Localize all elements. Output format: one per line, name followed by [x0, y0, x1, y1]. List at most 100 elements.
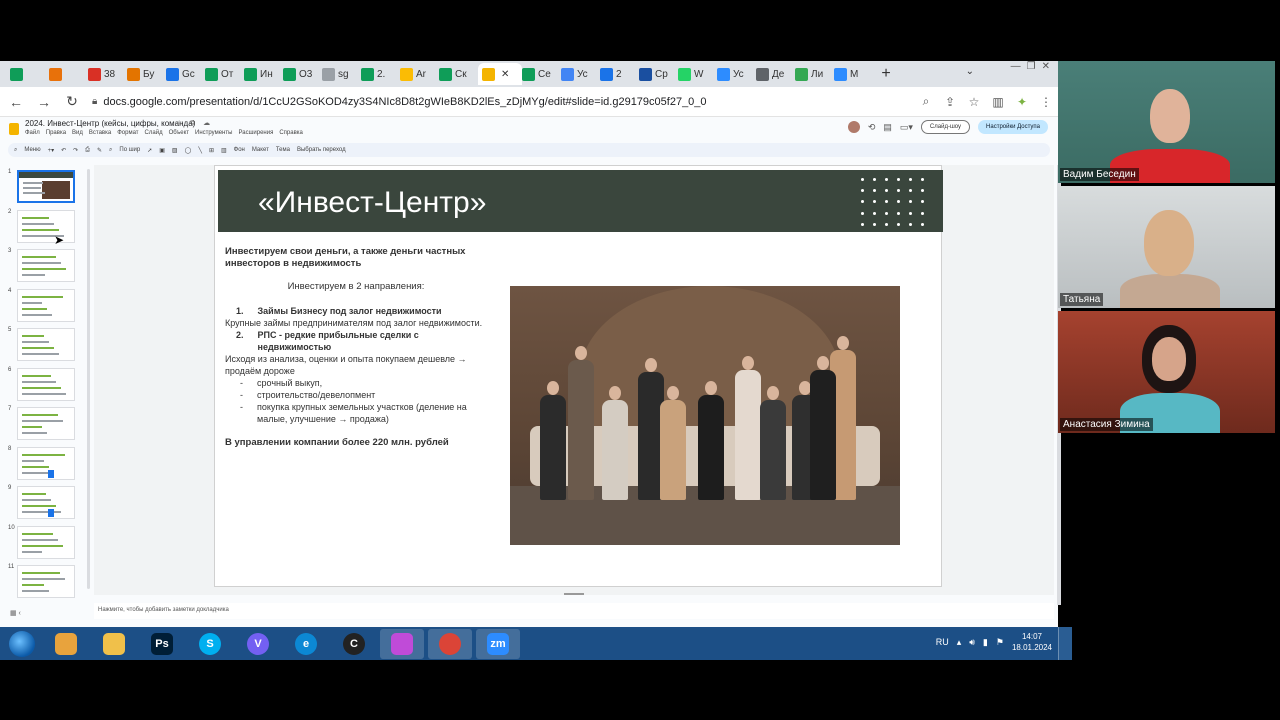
select-icon[interactable]: ➚ [147, 147, 152, 154]
slide-thumbnail-row[interactable]: 5 [0, 327, 84, 365]
slide-text-body[interactable]: Инвестируем свои деньги, а также деньги … [225, 246, 487, 449]
browser-menu-icon[interactable]: ⋮ [1034, 95, 1058, 109]
menu-item[interactable]: Вид [72, 130, 83, 136]
browser-tab[interactable]: Ус [717, 63, 756, 85]
browser-tab[interactable] [10, 63, 49, 85]
slide-thumbnail[interactable] [17, 525, 75, 559]
menu-item[interactable]: Правка [46, 130, 66, 136]
slide-thumbnail-row[interactable]: 7 [0, 406, 84, 444]
menu-item[interactable]: Формат [117, 130, 138, 136]
redo-icon[interactable]: ↷ [73, 147, 78, 154]
menu-item[interactable]: Инструменты [195, 130, 232, 136]
menu-item[interactable]: Объект [169, 130, 189, 136]
menu-item[interactable]: Справка [279, 130, 303, 136]
browser-tab[interactable]: sg [322, 63, 361, 85]
paint-format-icon[interactable]: ✎ [97, 147, 102, 154]
share-access-button[interactable]: Настройки Доступа [978, 120, 1048, 134]
background-button[interactable]: Фон [234, 147, 245, 153]
taskbar-app[interactable]: V [236, 629, 280, 659]
reload-icon[interactable]: ↻ [60, 93, 84, 110]
taskbar-app[interactable] [380, 628, 424, 659]
taskbar-app[interactable]: S [188, 629, 232, 659]
flag-icon[interactable]: ⚑ [996, 637, 1004, 648]
browser-tab[interactable]: M [834, 63, 873, 85]
slide-thumbnail-row[interactable]: 8 [0, 446, 84, 484]
comment-icon[interactable]: ▤ [883, 122, 892, 133]
new-tab-icon[interactable]: + [873, 65, 899, 83]
doc-title-icons[interactable]: ☆ ⧉ ☁ [176, 119, 213, 128]
menu-item[interactable]: Вставка [89, 130, 111, 136]
image-icon[interactable]: ▨ [172, 147, 178, 154]
close-window-icon[interactable]: ✕ [1042, 61, 1050, 72]
slide-thumbnail-row[interactable]: 11 [0, 564, 84, 602]
browser-tab[interactable]: Бу [127, 63, 166, 85]
slide-thumbnail-row[interactable]: 9 [0, 485, 84, 523]
video-tile[interactable]: Вадим Беседин [1058, 61, 1275, 183]
slide-thumbnail[interactable] [17, 367, 75, 401]
tab-search-icon[interactable]: ⌄ [966, 66, 974, 77]
restore-icon[interactable]: ❐ [1027, 61, 1036, 72]
browser-tab[interactable]: O3 [283, 63, 322, 85]
taskbar-app[interactable]: Ps [140, 629, 184, 659]
slideshow-button[interactable]: Слайд-шоу [920, 120, 971, 134]
slide-thumbnail[interactable] [17, 249, 75, 282]
taskbar-app[interactable] [92, 629, 136, 659]
browser-tab[interactable]: Ск [439, 63, 478, 85]
bg-color-icon[interactable]: ▥ [221, 147, 227, 154]
taskbar-app[interactable]: C [332, 629, 376, 659]
transition-button[interactable]: Выбрать переход [297, 147, 346, 153]
browser-tab[interactable]: Gc [166, 63, 205, 85]
browser-tab[interactable]: Се [522, 63, 561, 85]
browser-tab[interactable]: Ср [639, 63, 678, 85]
taskbar-app[interactable]: zm [476, 628, 520, 659]
menu-item[interactable]: Слайд [145, 130, 163, 136]
browser-tab[interactable]: Де [756, 63, 795, 85]
notes-resize-handle[interactable] [564, 593, 584, 595]
zoom-lens-icon[interactable]: ⌕ [914, 94, 938, 109]
taskbar-app[interactable] [428, 628, 472, 659]
extension-icon[interactable]: ✦ [1010, 95, 1034, 109]
add-icon[interactable]: +▾ [48, 147, 55, 154]
textbox-icon[interactable]: ▣ [159, 147, 165, 154]
browser-tab[interactable]: Ли [795, 63, 834, 85]
zoom-select[interactable]: По шир [119, 147, 140, 153]
speaker-notes[interactable]: Нажмите, чтобы добавить заметки докладчи… [94, 603, 1054, 619]
history-icon[interactable]: ⟲ [868, 122, 876, 133]
video-tile[interactable]: Татьяна [1058, 186, 1275, 308]
slide-thumbnail-row[interactable]: 1 [0, 169, 84, 207]
layout-button[interactable]: Макет [252, 147, 269, 153]
menu-search[interactable]: Меню [24, 147, 40, 153]
browser-tab[interactable]: W [678, 63, 717, 85]
clock[interactable]: 14:07 18.01.2024 [1012, 631, 1052, 653]
slide-thumbnail[interactable] [17, 328, 75, 361]
shape-icon[interactable]: ◯ [185, 147, 192, 154]
slide-thumbnail[interactable] [17, 407, 75, 440]
zoom-icon[interactable]: ⌕ [109, 147, 112, 154]
slide-thumbnail[interactable] [17, 170, 75, 203]
browser-tab[interactable]: 2. [361, 63, 400, 85]
show-desktop-button[interactable] [1058, 627, 1072, 660]
slide-thumbnail[interactable] [17, 209, 75, 243]
filmstrip-scrollbar[interactable] [87, 169, 90, 589]
menu-item[interactable]: Файл [25, 130, 40, 136]
browser-tab[interactable]: Ус [561, 63, 600, 85]
slide-thumbnail-row[interactable]: 4 [0, 288, 84, 326]
slides-logo-icon[interactable] [9, 123, 19, 135]
theme-button[interactable]: Тема [276, 147, 290, 153]
slide-thumbnail-row[interactable]: 10 [0, 525, 84, 563]
grid-view-icon[interactable]: ▦ ‹ [10, 609, 21, 617]
browser-tab[interactable] [49, 63, 88, 85]
print-icon[interactable]: ⎙ [85, 147, 90, 154]
slide-thumbnail-row[interactable]: 3 [0, 248, 84, 286]
line-icon[interactable]: ╲ [198, 147, 202, 154]
share-icon[interactable]: ⇪ [938, 95, 962, 109]
undo-icon[interactable]: ↶ [61, 147, 66, 154]
meet-icon[interactable]: ▭▾ [900, 122, 913, 133]
browser-tab[interactable]: Ин [244, 63, 283, 85]
slide-thumbnail-row[interactable]: 2 [0, 209, 84, 247]
start-button[interactable] [4, 629, 40, 659]
taskbar-app[interactable]: e [284, 629, 328, 659]
browser-tab[interactable]: Ar [400, 63, 439, 85]
browser-tab[interactable]: 2 [600, 63, 639, 85]
browser-tab[interactable]: От [205, 63, 244, 85]
